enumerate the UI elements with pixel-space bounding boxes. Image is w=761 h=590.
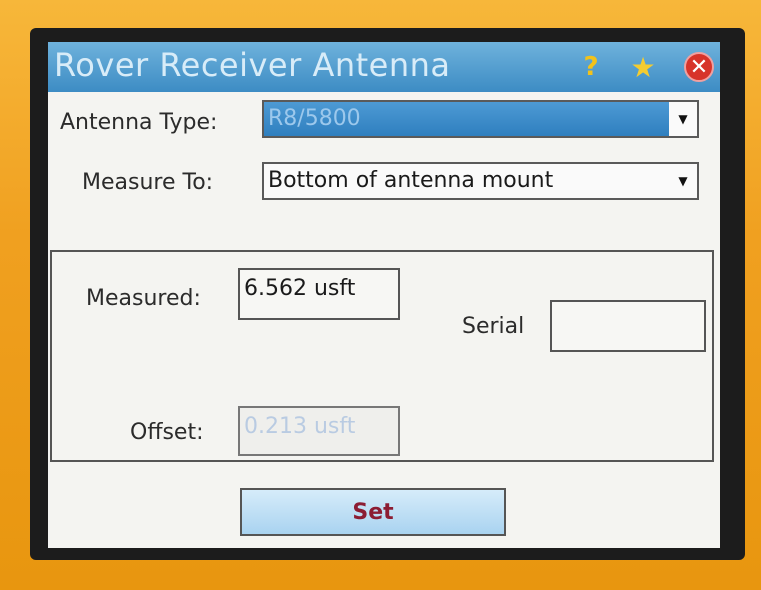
set-button-label: Set <box>352 499 394 525</box>
measure-to-label: Measure To: <box>82 170 214 195</box>
serial-label: Serial <box>462 314 525 339</box>
offset-label: Offset: <box>130 420 204 445</box>
app-window: Rover Receiver Antenna ? ★ ✕ Antenna Typ… <box>48 42 720 548</box>
measured-label: Measured: <box>86 286 201 311</box>
measured-value: 6.562 usft <box>244 276 356 301</box>
favorites-icon[interactable]: ★ <box>628 51 658 84</box>
title-bar: Rover Receiver Antenna ? ★ ✕ <box>48 42 720 92</box>
measure-to-dropdown[interactable]: Bottom of antenna mount ▼ <box>262 162 699 200</box>
measure-to-value: Bottom of antenna mount <box>268 168 554 193</box>
help-icon[interactable]: ? <box>576 52 606 82</box>
close-icon[interactable]: ✕ <box>684 52 714 82</box>
set-button[interactable]: Set <box>240 488 506 536</box>
window-title: Rover Receiver Antenna <box>54 46 451 84</box>
device-housing: Rover Receiver Antenna ? ★ ✕ Antenna Typ… <box>0 0 761 590</box>
antenna-type-label: Antenna Type: <box>60 110 218 135</box>
measured-input[interactable]: 6.562 usft <box>238 268 400 320</box>
offset-input: 0.213 usft <box>238 406 400 456</box>
measurement-group: Measured: 6.562 usft Serial Offset: 0.21… <box>50 250 714 462</box>
chevron-down-icon[interactable]: ▼ <box>669 164 697 198</box>
chevron-down-icon[interactable]: ▼ <box>669 102 697 136</box>
offset-value: 0.213 usft <box>244 414 356 439</box>
serial-input[interactable] <box>550 300 706 352</box>
antenna-type-dropdown[interactable]: R8/5800 ▼ <box>262 100 699 138</box>
antenna-type-value: R8/5800 <box>268 106 361 131</box>
